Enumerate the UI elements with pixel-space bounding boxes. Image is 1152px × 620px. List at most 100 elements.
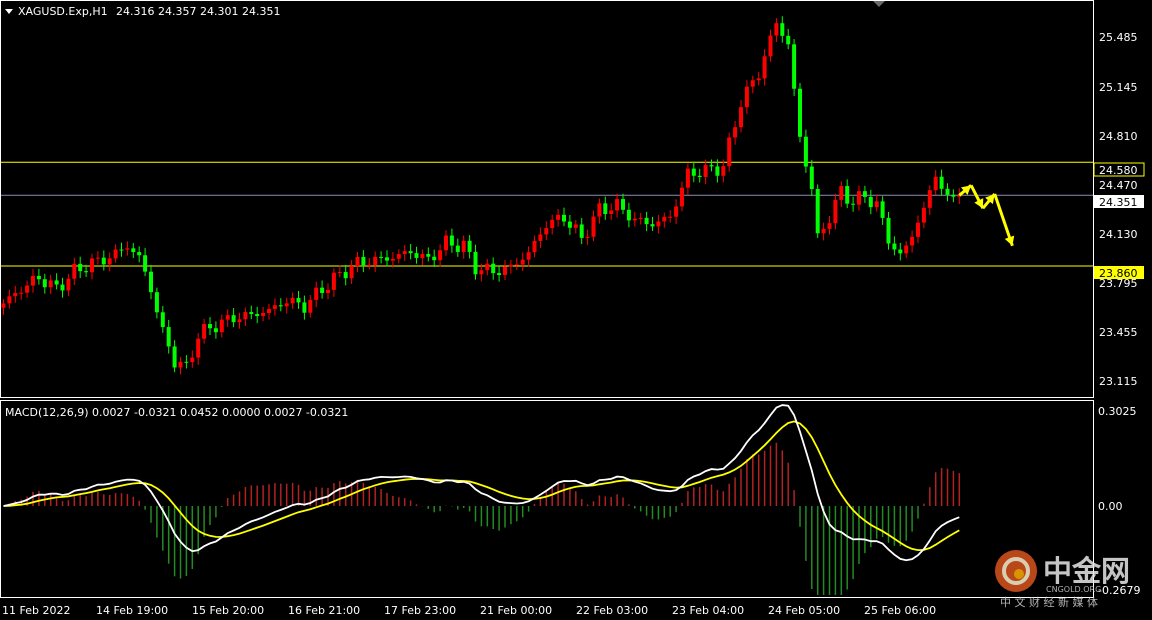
candle-body xyxy=(803,136,808,167)
candle-body xyxy=(7,296,12,304)
candle-body xyxy=(107,258,112,265)
candle-body xyxy=(420,253,425,258)
candle-body xyxy=(603,203,608,214)
brand-name-en: CNGOLD.ORG xyxy=(1046,585,1101,594)
support-price-box: 23.860 xyxy=(1094,266,1144,280)
candle-body xyxy=(573,224,578,228)
candle-body xyxy=(868,196,873,208)
macd-tick-label: 0.3025 xyxy=(1098,405,1137,418)
candle-body xyxy=(231,315,236,323)
support-price-label: 23.860 xyxy=(1099,267,1138,280)
candle-body xyxy=(426,253,431,257)
price-chart[interactable]: XAGUSD.Exp,H1 24.316 24.357 24.301 24.35… xyxy=(0,0,1152,620)
candle-body xyxy=(131,248,136,253)
candle-body xyxy=(827,223,832,229)
candle-body xyxy=(857,191,861,205)
time-tick-label: 17 Feb 23:00 xyxy=(384,604,456,617)
candle-body xyxy=(526,252,531,260)
candle-body xyxy=(579,224,584,238)
candle-body xyxy=(78,263,83,272)
time-tick-label: 25 Feb 06:00 xyxy=(864,604,936,617)
candle-body xyxy=(190,357,195,363)
candle-body xyxy=(697,175,702,178)
candle-body xyxy=(379,256,384,258)
candle-body xyxy=(591,216,596,237)
candle-body xyxy=(556,214,561,220)
candle-body xyxy=(703,165,708,178)
time-tick-label: 24 Feb 05:00 xyxy=(768,604,840,617)
candle-body xyxy=(615,199,620,211)
candle-body xyxy=(621,199,625,210)
candle-body xyxy=(267,308,271,314)
candle-body xyxy=(626,209,631,221)
candle-body xyxy=(432,256,437,261)
price-tick-label: 24.470 xyxy=(1099,179,1138,192)
candle xyxy=(798,82,802,143)
candle-body xyxy=(154,292,159,313)
price-tick-label: 23.115 xyxy=(1099,375,1138,388)
candle-body xyxy=(786,35,791,45)
brand-tagline: 中 文 财 经 新 媒 体 xyxy=(1000,595,1098,609)
candle-body xyxy=(272,305,277,309)
candle-body xyxy=(331,272,336,290)
candle-body xyxy=(444,235,448,251)
candle-body xyxy=(532,240,537,253)
candle-body xyxy=(739,107,743,128)
candle-body xyxy=(774,23,779,36)
candle-body xyxy=(72,263,77,279)
candle-body xyxy=(473,251,478,275)
candle-body xyxy=(809,166,814,190)
candle-body xyxy=(373,256,378,265)
candle-body xyxy=(644,217,649,225)
candle-body xyxy=(497,273,502,276)
resistance-price-box: 24.580 xyxy=(1093,162,1145,177)
candle-body xyxy=(219,319,224,333)
candle-body xyxy=(296,298,301,303)
candle-body xyxy=(638,217,643,219)
candle-body xyxy=(609,210,614,214)
candle-body xyxy=(691,168,696,176)
candle-body xyxy=(385,257,389,261)
candle-body xyxy=(42,279,47,288)
candle xyxy=(727,132,732,172)
candle-body xyxy=(149,271,153,293)
candle-body xyxy=(709,165,714,167)
candle-body xyxy=(479,270,484,275)
candle-body xyxy=(910,236,915,246)
candle-body xyxy=(744,86,749,108)
candle-body xyxy=(597,203,602,217)
candle-body xyxy=(514,264,519,266)
candle-body xyxy=(326,289,330,294)
candle-body xyxy=(184,361,189,363)
candle-body xyxy=(178,361,183,368)
candle-body xyxy=(792,44,797,89)
candle-body xyxy=(160,312,165,328)
candle-body xyxy=(508,264,513,267)
candle-body xyxy=(821,228,826,234)
candle-body xyxy=(538,234,543,241)
candle-body xyxy=(249,312,254,314)
candle-body xyxy=(320,287,325,294)
candle-body xyxy=(862,191,867,197)
candle-body xyxy=(36,275,41,280)
candle-body xyxy=(668,216,673,218)
price-tick-label: 25.145 xyxy=(1099,81,1138,94)
time-axis: 11 Feb 2022 14 Feb 19:00 15 Feb 20:00 16… xyxy=(2,604,936,617)
candle-body xyxy=(243,312,248,320)
candle-body xyxy=(839,186,844,200)
candle-body xyxy=(278,305,283,307)
candle-body xyxy=(851,203,856,205)
macd-label: MACD(12,26,9) 0.0027 -0.0321 0.0452 0.00… xyxy=(5,406,348,419)
candle-body xyxy=(945,188,950,195)
candle-body xyxy=(208,324,212,329)
candle-body xyxy=(898,249,903,254)
candle-body xyxy=(261,313,266,316)
candle-body xyxy=(768,35,773,57)
time-tick-label: 11 Feb 2022 xyxy=(2,604,70,617)
candle-body xyxy=(343,272,348,279)
candle-body xyxy=(225,315,230,320)
candle-body xyxy=(892,243,897,250)
candle-body xyxy=(84,271,89,273)
price-axis: 25.485 25.145 24.810 24.470 24.130 23.79… xyxy=(1099,31,1138,388)
time-tick-label: 14 Feb 19:00 xyxy=(96,604,168,617)
